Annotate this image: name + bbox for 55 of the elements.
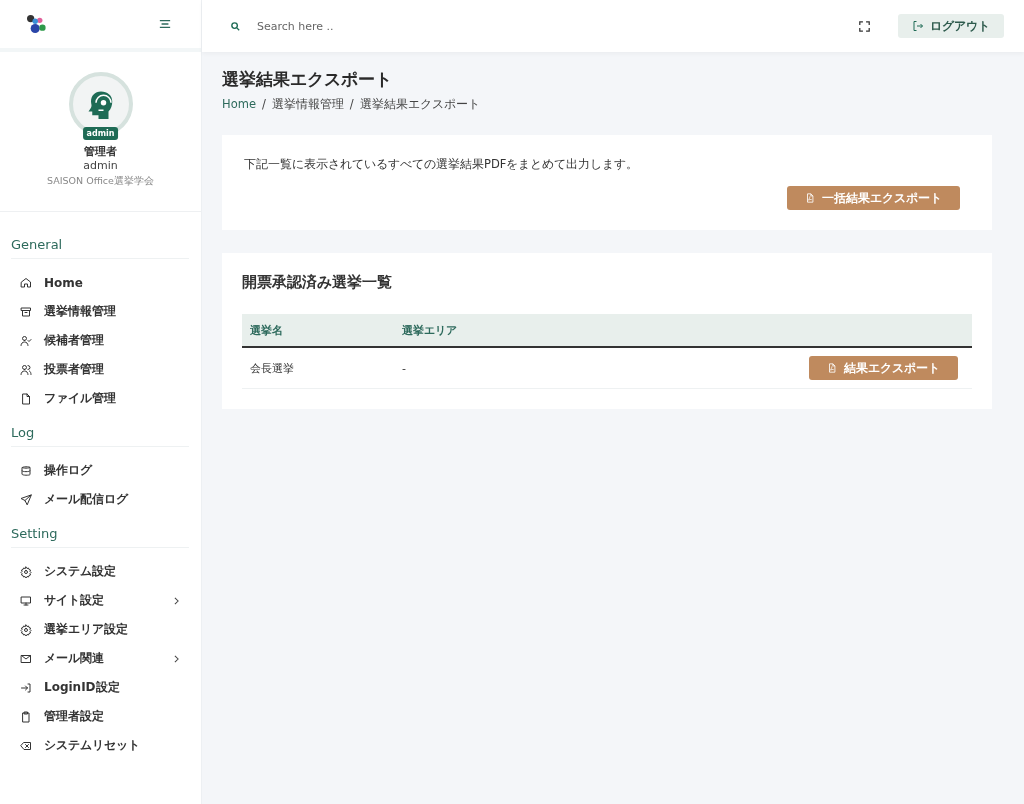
users-icon (20, 363, 32, 376)
sidebar-item[interactable]: メール関連 (20, 644, 189, 673)
search-icon (230, 20, 241, 32)
pdf-file-icon (805, 193, 815, 203)
section-heading: Log (11, 413, 189, 447)
breadcrumb-separator: / (261, 97, 266, 112)
column-header: 選挙名 (242, 314, 394, 347)
sidebar-item[interactable]: LoginID設定 (20, 673, 189, 702)
login-icon (20, 681, 32, 694)
menu-icon[interactable] (159, 19, 171, 29)
sidebar-item[interactable]: 候補者管理 (20, 326, 189, 355)
sidebar-item[interactable]: 操作ログ (20, 456, 189, 485)
profile-name: 管理者 (84, 144, 117, 159)
section-heading: Setting (11, 514, 189, 548)
sidebar-item[interactable]: 選挙エリア設定 (20, 615, 189, 644)
home-icon (20, 276, 32, 289)
breadcrumb-link[interactable]: Home (222, 97, 256, 112)
breadcrumb-separator: / (349, 97, 354, 112)
sidebar-item[interactable]: システム設定 (20, 557, 189, 586)
table-cell: 会長選挙 (242, 347, 394, 389)
sidebar-item[interactable]: 選挙情報管理 (20, 297, 189, 326)
card-title: 開票承認済み選挙一覧 (242, 273, 393, 292)
pdf-file-icon (827, 363, 837, 373)
sidebar-item[interactable]: サイト設定 (20, 586, 189, 615)
file-icon (20, 392, 32, 405)
user-check-icon (20, 334, 32, 347)
fullscreen-icon[interactable] (859, 20, 870, 32)
clipboard-icon (20, 710, 32, 723)
mail-icon (20, 652, 32, 665)
logout-button[interactable]: ログアウト (898, 14, 1004, 38)
role-badge: admin (82, 127, 119, 140)
section-heading: General (11, 212, 189, 259)
breadcrumb-text: 選挙情報管理 (271, 97, 344, 112)
profile-organization: SAISON Office選挙学会 (47, 175, 154, 188)
sidebar-item[interactable]: メール配信ログ (20, 485, 189, 514)
sidebar-item[interactable]: ファイル管理 (20, 384, 189, 413)
profile-username: admin (83, 159, 118, 172)
archive-icon (20, 305, 32, 318)
gear-icon (20, 623, 32, 636)
database-icon (20, 464, 32, 477)
sidebar-item[interactable]: システムリセット (20, 731, 189, 760)
column-header: 選挙エリア (394, 314, 564, 347)
sidebar-item[interactable]: 管理者設定 (20, 702, 189, 731)
breadcrumb-text: 選挙結果エクスポート (359, 97, 480, 112)
monitor-icon (20, 594, 32, 607)
sidebar-item[interactable]: Home (20, 268, 189, 297)
export-description: 下記一覧に表示されているすべての選挙結果PDFをまとめて出力します。 (244, 157, 640, 172)
gear-icon (20, 565, 32, 578)
send-icon (20, 493, 32, 506)
table-cell: - (394, 347, 564, 389)
page-title: 選挙結果エクスポート (222, 68, 393, 91)
sidebar-item[interactable]: 投票者管理 (20, 355, 189, 384)
logout-icon (912, 20, 924, 32)
backspace-icon (20, 739, 32, 752)
logo-icon[interactable] (26, 14, 48, 34)
